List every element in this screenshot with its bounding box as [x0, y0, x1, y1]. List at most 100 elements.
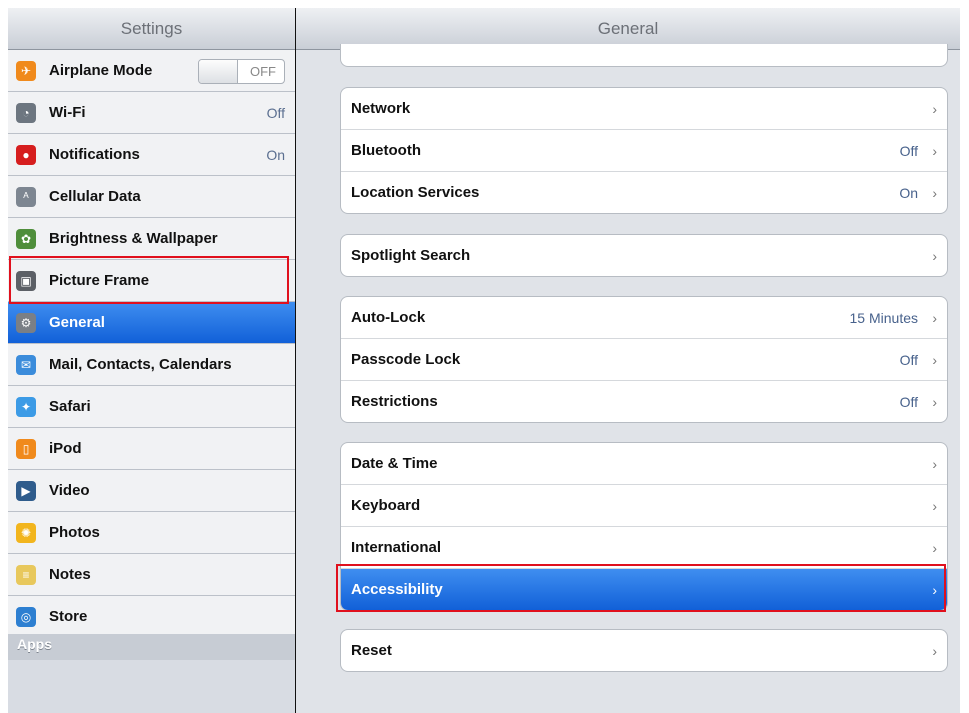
- sidebar-item-label: Safari: [49, 398, 91, 415]
- gear-icon: ⚙: [16, 312, 36, 333]
- chevron-right-icon: ›: [932, 309, 937, 326]
- row-auto-lock[interactable]: Auto-Lock 15 Minutes ›: [341, 297, 947, 339]
- sidebar-item-label: Mail, Contacts, Calendars: [49, 356, 232, 373]
- sidebar-item-label: Cellular Data: [49, 188, 141, 205]
- settings-sidebar: Settings ✈ Airplane Mode OFF ◔ Wi-Fi Off ● Noti…: [8, 8, 295, 713]
- row-restrictions[interactable]: Restrictions Off ›: [341, 381, 947, 422]
- sidebar-item-cellular-data[interactable]: ᴬ Cellular Data: [8, 176, 295, 218]
- row-accessibility[interactable]: Accessibility ›: [341, 569, 947, 610]
- settings-group: Reset ›: [340, 629, 948, 672]
- notifications-icon: ●: [16, 144, 36, 165]
- safari-icon: ✦: [16, 396, 36, 417]
- row-label: Restrictions: [351, 393, 438, 410]
- row-label: Spotlight Search: [351, 247, 471, 264]
- airplane-mode-toggle[interactable]: OFF: [198, 59, 285, 84]
- sidebar-item-label: Wi-Fi: [49, 104, 86, 121]
- sidebar-item-general[interactable]: ⚙ General: [8, 302, 295, 344]
- sidebar-item-wi-fi[interactable]: ◔ Wi-Fi Off: [8, 92, 295, 134]
- settings-group: Date & Time › Keyboard › International › Acces…: [340, 442, 948, 611]
- row-label: Auto-Lock: [351, 309, 426, 326]
- chevron-right-icon: ›: [932, 455, 937, 472]
- row-location-services[interactable]: Location Services On ›: [341, 172, 947, 213]
- row-network[interactable]: Network ›: [341, 88, 947, 130]
- chevron-right-icon: ›: [932, 642, 937, 659]
- sidebar-item-value: On: [266, 146, 285, 163]
- store-icon: ◎: [16, 606, 36, 627]
- row-label: Network: [351, 100, 411, 117]
- sidebar-item-label: General: [49, 314, 105, 331]
- row-bluetooth[interactable]: Bluetooth Off ›: [341, 130, 947, 172]
- clipped-group: [340, 44, 948, 67]
- row-value: Off: [899, 393, 918, 410]
- notes-icon: ≡: [16, 564, 36, 585]
- brightness-wallpaper-icon: ✿: [16, 228, 36, 249]
- general-pane: General Network › Bluetooth Off › Location Se…: [296, 8, 960, 713]
- chevron-right-icon: ›: [932, 351, 937, 368]
- row-date-and-time[interactable]: Date & Time ›: [341, 443, 947, 485]
- row-label: International: [351, 539, 442, 556]
- picture-frame-icon: ▣: [16, 270, 36, 291]
- row-label: Date & Time: [351, 455, 438, 472]
- sidebar-item-label: Store: [49, 608, 88, 625]
- ipod-icon: ▯: [16, 438, 36, 459]
- sidebar-item-label: Photos: [49, 524, 100, 541]
- row-value: 15 Minutes: [849, 309, 918, 326]
- row-label: Keyboard: [351, 497, 421, 514]
- sidebar-item-brightness-and-wallpaper[interactable]: ✿ Brightness & Wallpaper: [8, 218, 295, 260]
- sidebar-item-label: Video: [49, 482, 90, 499]
- sidebar-item-safari[interactable]: ✦ Safari: [8, 386, 295, 428]
- sidebar-item-notes[interactable]: ≡ Notes: [8, 554, 295, 596]
- row-passcode-lock[interactable]: Passcode Lock Off ›: [341, 339, 947, 381]
- chevron-right-icon: ›: [932, 142, 937, 159]
- row-value: Off: [899, 142, 918, 159]
- sidebar-item-ipod[interactable]: ▯ iPod: [8, 428, 295, 470]
- sidebar-item-label: Picture Frame: [49, 272, 150, 289]
- row-international[interactable]: International ›: [341, 527, 947, 569]
- row-label: Accessibility: [351, 581, 443, 598]
- apps-section-header: Apps: [8, 634, 295, 660]
- sidebar-item-label: Notes: [49, 566, 91, 583]
- chevron-right-icon: ›: [932, 581, 937, 598]
- ipad-screen: Settings ✈ Airplane Mode OFF ◔ Wi-Fi Off ● Noti…: [8, 8, 960, 713]
- photos-icon: ✺: [16, 522, 36, 543]
- toggle-knob: [199, 60, 238, 83]
- video-icon: ▶: [16, 480, 36, 501]
- apps-header-label: Apps: [17, 636, 52, 652]
- sidebar-item-mail-contacts-calendars[interactable]: ✉ Mail, Contacts, Calendars: [8, 344, 295, 386]
- sidebar-item-label: Airplane Mode: [49, 62, 153, 79]
- cellular-data-icon: ᴬ: [16, 186, 36, 207]
- settings-group: Spotlight Search ›: [340, 234, 948, 277]
- sidebar-item-label: iPod: [49, 440, 82, 457]
- settings-group: Auto-Lock 15 Minutes › Passcode Lock Off › Res…: [340, 296, 948, 423]
- toggle-label: OFF: [250, 64, 276, 79]
- airplane-icon: ✈: [16, 60, 36, 81]
- wifi-icon: ◔: [16, 102, 36, 123]
- row-label: Bluetooth: [351, 142, 421, 159]
- sidebar-item-notifications[interactable]: ● Notifications On: [8, 134, 295, 176]
- row-spotlight-search[interactable]: Spotlight Search ›: [341, 235, 947, 276]
- sidebar-item-photos[interactable]: ✺ Photos: [8, 512, 295, 554]
- sidebar-item-label: Brightness & Wallpaper: [49, 230, 218, 247]
- chevron-right-icon: ›: [932, 247, 937, 264]
- settings-group: Network › Bluetooth Off › Location Services On…: [340, 87, 948, 214]
- sidebar-item-picture-frame[interactable]: ▣ Picture Frame: [8, 260, 295, 302]
- chevron-right-icon: ›: [932, 100, 937, 117]
- mail-icon: ✉: [16, 354, 36, 375]
- row-value: Off: [899, 351, 918, 368]
- sidebar-item-value: Off: [266, 104, 285, 121]
- sidebar-item-store[interactable]: ◎ Store: [8, 596, 295, 638]
- chevron-right-icon: ›: [932, 497, 937, 514]
- row-label: Location Services: [351, 184, 480, 201]
- row-label: Reset: [351, 642, 392, 659]
- sidebar-list: ✈ Airplane Mode OFF ◔ Wi-Fi Off ● Notifications…: [8, 50, 295, 638]
- sidebar-item-airplane-mode[interactable]: ✈ Airplane Mode OFF: [8, 50, 295, 92]
- row-value: On: [899, 184, 918, 201]
- row-label: Passcode Lock: [351, 351, 461, 368]
- sidebar-item-video[interactable]: ▶ Video: [8, 470, 295, 512]
- chevron-right-icon: ›: [932, 393, 937, 410]
- row-keyboard[interactable]: Keyboard ›: [341, 485, 947, 527]
- sidebar-title: Settings: [8, 8, 295, 50]
- row-reset[interactable]: Reset ›: [341, 630, 947, 671]
- sidebar-item-label: Notifications: [49, 146, 140, 163]
- chevron-right-icon: ›: [932, 184, 937, 201]
